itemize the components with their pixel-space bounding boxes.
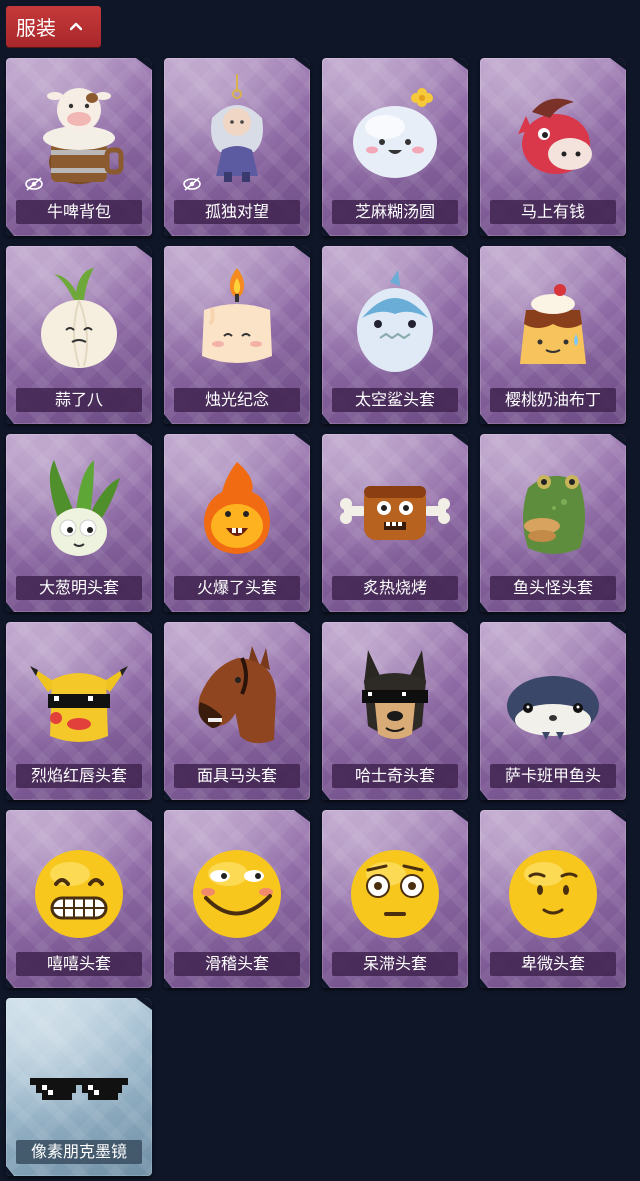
grin-emoji-icon — [35, 850, 123, 938]
outfit-name: 芝麻糊汤圆 — [332, 200, 458, 224]
funny-smile-emoji-icon — [193, 850, 281, 938]
outfit-card[interactable]: 萨卡班甲鱼头 — [480, 622, 626, 800]
shark-egg-icon — [357, 270, 433, 372]
outfit-card[interactable]: 樱桃奶油布丁 — [480, 246, 626, 424]
outfit-name: 太空鲨头套 — [332, 388, 458, 412]
outfit-card[interactable]: 大葱明头套 — [6, 434, 152, 612]
outfit-name: 大葱明头套 — [16, 576, 142, 600]
cow-beer-barrel-icon — [43, 88, 124, 184]
horse-mask-icon — [198, 646, 276, 744]
pudding-icon — [520, 284, 586, 364]
outfit-card[interactable]: 火爆了头套 — [164, 434, 310, 612]
outfit-name: 烈焰红唇头套 — [16, 764, 142, 788]
outfit-name: 蒜了八 — [16, 388, 142, 412]
red-horse-icon — [518, 98, 592, 174]
rice-ball-icon — [353, 88, 437, 178]
pixel-sunglasses-icon — [30, 1078, 128, 1100]
outfit-card[interactable]: 烛光纪念 — [164, 246, 310, 424]
outfit-name: 烛光纪念 — [174, 388, 300, 412]
outfit-name: 滑稽头套 — [174, 952, 300, 976]
dazed-emoji-icon — [351, 850, 439, 938]
humble-emoji-icon — [509, 850, 597, 938]
figure-charm-icon — [211, 74, 263, 182]
outfit-card[interactable]: 炙热烧烤 — [322, 434, 468, 612]
outfit-name: 嘻嘻头套 — [16, 952, 142, 976]
eye-slash-icon — [183, 177, 201, 191]
husky-mask-icon — [362, 650, 428, 739]
outfit-card[interactable]: 太空鲨头套 — [322, 246, 468, 424]
outfit-name: 面具马头套 — [174, 764, 300, 788]
outfit-card[interactable]: 烈焰红唇头套 — [6, 622, 152, 800]
scallion-icon — [49, 460, 120, 556]
grilled-meat-icon — [340, 486, 450, 540]
outfit-name: 哈士奇头套 — [332, 764, 458, 788]
outfit-name: 像素朋克墨镜 — [16, 1140, 142, 1164]
outfit-grid: 牛啤背包 孤独对望 芝麻糊汤圆 马上有钱 蒜了八 烛光纪念 太空鲨头套 樱桃奶油… — [0, 0, 640, 1181]
outfit-card[interactable]: 鱼头怪头套 — [480, 434, 626, 612]
fish-mask-icon — [523, 475, 585, 554]
outfit-name: 孤独对望 — [174, 200, 300, 224]
yellow-mask-sunglasses-icon — [30, 666, 128, 742]
outfit-name: 呆滞头套 — [332, 952, 458, 976]
outfit-name: 樱桃奶油布丁 — [490, 388, 616, 412]
candle-icon — [202, 268, 272, 363]
outfit-name: 萨卡班甲鱼头 — [490, 764, 616, 788]
outfit-name: 马上有钱 — [490, 200, 616, 224]
eye-slash-icon — [25, 177, 43, 191]
outfit-card[interactable]: 嘻嘻头套 — [6, 810, 152, 988]
outfit-card[interactable]: 呆滞头套 — [322, 810, 468, 988]
outfit-name: 鱼头怪头套 — [490, 576, 616, 600]
outfit-name: 火爆了头套 — [174, 576, 300, 600]
sacabambaspis-icon — [507, 676, 599, 740]
outfit-card[interactable]: 芝麻糊汤圆 — [322, 58, 468, 236]
outfit-card[interactable]: 滑稽头套 — [164, 810, 310, 988]
outfit-card[interactable]: 面具马头套 — [164, 622, 310, 800]
outfit-name: 牛啤背包 — [16, 200, 142, 224]
fire-face-icon — [204, 462, 270, 554]
outfit-name: 卑微头套 — [490, 952, 616, 976]
outfit-card[interactable]: 孤独对望 — [164, 58, 310, 236]
outfit-name: 炙热烧烤 — [332, 576, 458, 600]
outfit-card[interactable]: 蒜了八 — [6, 246, 152, 424]
outfit-card[interactable]: 牛啤背包 — [6, 58, 152, 236]
outfit-card[interactable]: 像素朋克墨镜 — [6, 998, 152, 1176]
garlic-icon — [41, 268, 117, 368]
outfit-card[interactable]: 哈士奇头套 — [322, 622, 468, 800]
outfit-card[interactable]: 卑微头套 — [480, 810, 626, 988]
outfit-card[interactable]: 马上有钱 — [480, 58, 626, 236]
